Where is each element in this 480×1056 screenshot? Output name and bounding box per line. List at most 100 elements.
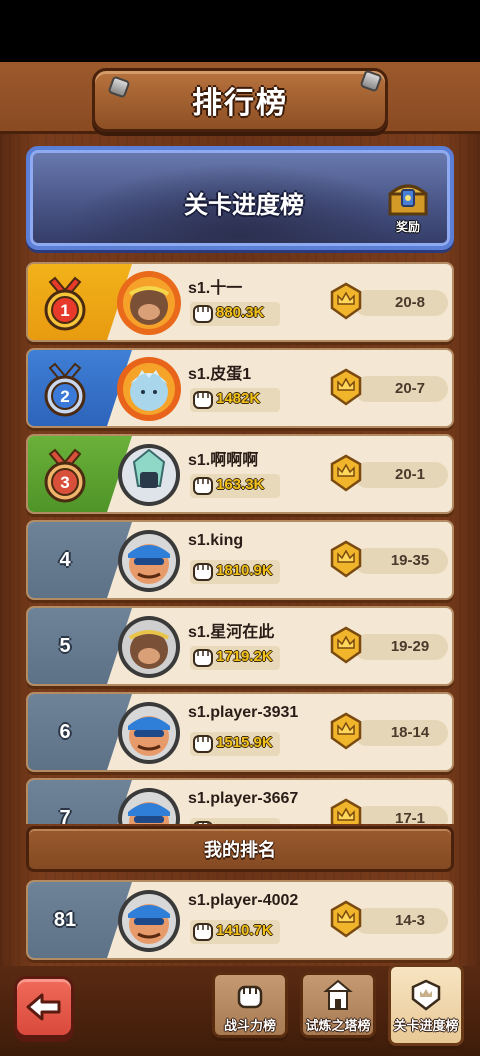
rank-number: 4 (59, 548, 71, 571)
monkey-king-avatar (118, 616, 180, 678)
fist-icon (193, 391, 213, 409)
stage-display: 14-3 (330, 900, 448, 938)
stage-value: 17-1 (394, 810, 426, 824)
stage-display: 20-1 (330, 454, 448, 492)
leaderboard-row[interactable]: 6 s1.player-3931 1515.9K 18-14 (26, 692, 454, 772)
rank-number: 1 (60, 301, 69, 320)
monkey-king-flame-avatar (117, 271, 181, 335)
rank-number: 2 (60, 387, 69, 406)
leaderboard-row[interactable]: 1 s1.十一 880.3K 20-8 (26, 262, 454, 342)
power-display: 163.3K (190, 474, 280, 498)
tab-stage-ranking[interactable]: 关卡进度榜 (388, 964, 464, 1046)
power-value: 1719.2K (216, 648, 273, 665)
stage-display: 20-7 (330, 368, 448, 406)
power-value: 880.3K (216, 304, 265, 321)
my-rank-row[interactable]: 81 s1.player-4002 1410.7K 14-3 (26, 880, 454, 960)
power-display: 1810.9K (190, 560, 280, 584)
rank-medal-icon: 3 (44, 448, 86, 503)
tab-label: 战斗力榜 (223, 1018, 276, 1033)
reward-label: 奖励 (395, 220, 420, 234)
leaderboard-row[interactable]: 2 s1.皮蛋1 1482K 20-7 (26, 348, 454, 428)
back-button[interactable] (14, 976, 74, 1038)
stage-display: 18-14 (330, 712, 448, 750)
stage-display: 19-29 (330, 626, 448, 664)
back-arrow-icon (26, 993, 61, 1021)
stage-value: 20-1 (394, 466, 426, 483)
crown-badge-icon (330, 626, 362, 664)
power-display: 1410.7K (190, 920, 280, 944)
crown-badge-icon (330, 712, 362, 750)
power-display: 1515.9K (190, 732, 280, 756)
tab-tower-ranking[interactable]: 试炼之塔榜 (300, 972, 376, 1038)
fist-icon (193, 821, 213, 824)
stage-display: 17-1 (330, 798, 448, 824)
tab-label: 试炼之塔榜 (305, 1018, 371, 1033)
rank-number: 5 (59, 634, 71, 657)
my-rank-label: 我的排名 (204, 840, 276, 860)
crown-badge-icon (330, 454, 362, 492)
ice-queen-flame-avatar (117, 357, 181, 421)
power-value: 1515.9K (216, 734, 273, 751)
player-name: s1.player-3931 (188, 704, 299, 721)
rank-number: 81 (53, 908, 77, 931)
stage-value: 14-3 (394, 912, 426, 929)
stage-value: 19-35 (390, 552, 430, 569)
stage-display: 20-8 (330, 282, 448, 320)
fist-icon (193, 305, 213, 323)
fist-icon (193, 923, 213, 941)
power-display: 880.3K (190, 302, 280, 326)
crown-badge-icon (330, 282, 362, 320)
treasure-chest-icon (388, 184, 428, 216)
rank-medal-icon: 2 (44, 362, 86, 417)
fist-icon (193, 649, 213, 667)
tab-power-ranking[interactable]: 战斗力榜 (212, 972, 288, 1038)
crown-badge-icon (330, 368, 362, 406)
fist-icon (237, 985, 263, 1009)
crown-badge-icon (330, 540, 362, 578)
fist-icon (193, 563, 213, 581)
blue-bandana-hero-avatar (118, 702, 180, 764)
player-name: s1.king (188, 532, 244, 549)
player-name: s1.啊啊啊 (188, 452, 259, 469)
status-bar-area (0, 0, 480, 62)
power-display: 1719.2K (190, 646, 280, 670)
crown-badge-icon (330, 900, 362, 938)
blue-bandana-hero-avatar (118, 530, 180, 592)
stage-value: 20-7 (394, 380, 426, 397)
my-rank-header: 我的排名 (26, 826, 454, 872)
power-display (190, 818, 280, 824)
leaderboard-row[interactable]: 3 s1.啊啊啊 163.3K 20-1 (26, 434, 454, 514)
player-name: s1.player-3667 (188, 790, 299, 807)
stage-value: 20-8 (394, 294, 426, 311)
rank-number: 6 (59, 720, 71, 743)
blue-bandana-hero-avatar (118, 890, 180, 952)
title-board: 排行榜 (92, 68, 388, 132)
player-name: s1.十一 (188, 280, 243, 297)
player-name: s1.星河在此 (188, 624, 275, 641)
power-value: 1410.7K (216, 922, 273, 939)
stage-value: 18-14 (390, 724, 430, 741)
stage-value: 19-29 (390, 638, 430, 655)
rank-number: 7 (59, 806, 71, 825)
stage-shield-icon (411, 979, 441, 1011)
power-display: 1482K (190, 388, 280, 412)
tab-label: 关卡进度榜 (393, 1018, 459, 1033)
blue-bandana-hero-avatar (118, 788, 180, 824)
leaderboard-row[interactable]: 4 s1.king 1810.9K 19-35 (26, 520, 454, 600)
player-name: s1.player-4002 (188, 892, 299, 909)
reward-button[interactable]: 奖励 (380, 176, 436, 240)
leaderboard-list[interactable]: 1 s1.十一 880.3K 20-8 2 s1.皮蛋1 1482K 20-7 … (0, 258, 480, 824)
leaderboard-row[interactable]: 5 s1.星河在此 1719.2K 19-29 (26, 606, 454, 686)
player-name: s1.皮蛋1 (188, 366, 252, 383)
fist-icon (193, 477, 213, 495)
crown-badge-icon (330, 798, 362, 824)
power-value: 1482K (216, 390, 261, 407)
rank-number: 3 (60, 473, 69, 492)
page-title: 排行榜 (192, 87, 288, 120)
power-value: 163.3K (216, 476, 265, 493)
rank-medal-icon: 1 (44, 276, 86, 331)
fist-icon (193, 735, 213, 753)
power-value: 1810.9K (216, 562, 273, 579)
tower-icon (323, 979, 353, 1010)
leaderboard-row[interactable]: 7 s1.player-3667 17-1 (26, 778, 454, 824)
